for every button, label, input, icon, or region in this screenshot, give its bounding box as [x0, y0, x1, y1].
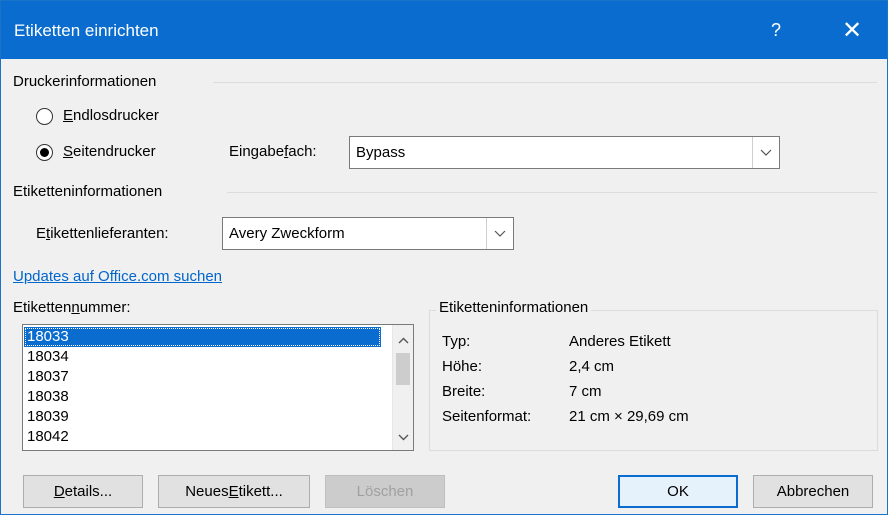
type-value: Anderes Etikett	[569, 333, 671, 350]
label-number-list[interactable]: 18033 18034 18037 18038 18039 18042	[22, 324, 414, 451]
tray-select-value: Bypass	[356, 144, 406, 161]
list-item[interactable]: 18033	[24, 327, 381, 347]
close-button[interactable]: ✕	[827, 1, 877, 59]
label-number-heading: Etikettennummer:	[13, 299, 131, 316]
label-details-group	[429, 310, 878, 451]
continuous-printer-label[interactable]: Endlosdrucker	[63, 107, 159, 124]
printer-info-heading: Druckerinformationen	[13, 73, 157, 90]
list-scrollbar[interactable]	[392, 325, 413, 450]
scroll-up-icon[interactable]	[393, 330, 413, 350]
page-size-key: Seitenformat:	[442, 408, 532, 425]
tray-label: Eingabefach:	[229, 143, 317, 160]
page-printer-radio[interactable]	[36, 144, 53, 161]
title-bar: Etiketten einrichten ? ✕	[1, 1, 887, 59]
new-label-button[interactable]: Neues Etikett...	[158, 475, 310, 508]
vendor-label: Etikettenlieferanten:	[36, 225, 169, 242]
label-details-heading: Etiketteninformationen	[436, 299, 592, 316]
office-updates-link[interactable]: Updates auf Office.com suchen	[13, 268, 222, 285]
list-item[interactable]: 18042	[24, 427, 381, 447]
tray-select[interactable]: Bypass	[349, 136, 780, 169]
cancel-button[interactable]: Abbrechen	[753, 475, 873, 508]
list-item[interactable]: 18038	[24, 387, 381, 407]
chevron-down-icon[interactable]	[486, 218, 513, 249]
help-button[interactable]: ?	[751, 1, 801, 59]
page-printer-label[interactable]: Seitendrucker	[63, 143, 156, 160]
window-title: Etiketten einrichten	[14, 21, 159, 40]
label-info-heading: Etiketteninformationen	[13, 183, 163, 200]
chevron-down-icon[interactable]	[752, 137, 779, 168]
label-options-dialog: Etiketten einrichten ? ✕ Druckerinformat…	[0, 0, 888, 515]
scroll-down-icon[interactable]	[393, 427, 413, 447]
ok-button[interactable]: OK	[618, 475, 738, 508]
scroll-thumb[interactable]	[396, 353, 410, 385]
printer-info-divider	[213, 82, 877, 83]
delete-button[interactable]: Löschen	[325, 475, 445, 508]
page-size-value: 21 cm × 29,69 cm	[569, 408, 689, 425]
list-item[interactable]: 18039	[24, 407, 381, 427]
label-info-divider	[227, 192, 877, 193]
type-key: Typ:	[442, 333, 471, 350]
continuous-printer-radio[interactable]	[36, 108, 53, 125]
width-value: 7 cm	[569, 383, 602, 400]
vendor-select-value: Avery Zweckform	[229, 225, 345, 242]
list-item[interactable]: 18034	[24, 347, 381, 367]
width-key: Breite:	[442, 383, 486, 400]
list-item[interactable]: 18037	[24, 367, 381, 387]
height-key: Höhe:	[442, 358, 483, 375]
vendor-select[interactable]: Avery Zweckform	[222, 217, 514, 250]
details-button[interactable]: Details...	[23, 475, 143, 508]
height-value: 2,4 cm	[569, 358, 615, 375]
